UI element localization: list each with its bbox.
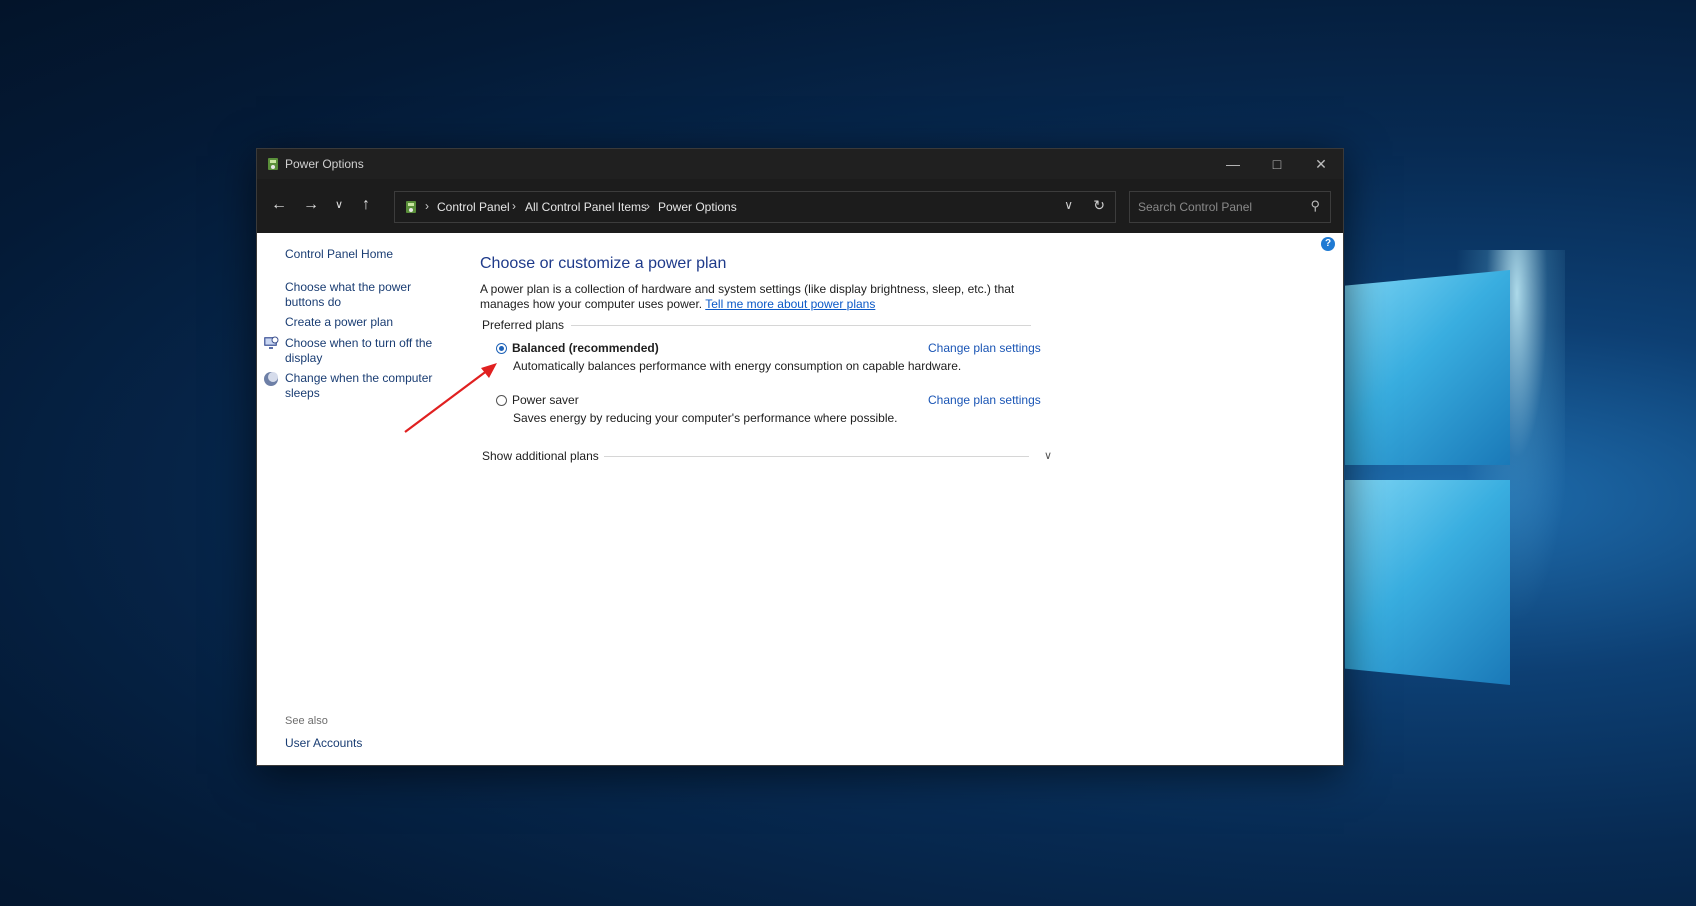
additional-plans-divider	[604, 456, 1029, 457]
computer-sleeps-link[interactable]: Change when the computer sleeps	[285, 371, 435, 401]
breadcrumb-separator-icon: ›	[425, 199, 429, 213]
page-description: A power plan is a collection of hardware…	[480, 282, 1050, 312]
address-dropdown-icon[interactable]: ∨	[1064, 198, 1073, 212]
create-power-plan-link[interactable]: Create a power plan	[285, 315, 445, 330]
show-additional-plans-label[interactable]: Show additional plans	[482, 449, 599, 463]
help-icon[interactable]: ?	[1321, 237, 1335, 251]
display-off-link[interactable]: Choose when to turn off the display	[285, 336, 435, 366]
minimize-button[interactable]: —	[1211, 149, 1255, 179]
close-button[interactable]: ✕	[1299, 149, 1343, 179]
title-bar: Power Options — □ ✕	[257, 149, 1343, 179]
expand-chevron-icon[interactable]: ∨	[1044, 449, 1052, 462]
preferred-plans-label: Preferred plans	[482, 318, 565, 332]
search-input[interactable]	[1138, 199, 1298, 215]
forward-arrow-icon[interactable]: →	[300, 194, 322, 216]
search-box[interactable]: ⚲	[1129, 191, 1331, 223]
breadcrumb-separator-icon: ›	[646, 199, 650, 213]
balanced-radio[interactable]	[496, 343, 507, 354]
power-saver-radio[interactable]	[496, 395, 507, 406]
preferred-plans-divider	[571, 325, 1031, 326]
breadcrumb-all-items[interactable]: All Control Panel Items	[525, 200, 647, 214]
power-buttons-link[interactable]: Choose what the power buttons do	[285, 280, 415, 310]
power-options-icon	[268, 158, 278, 170]
page-title: Choose or customize a power plan	[480, 255, 727, 272]
address-bar[interactable]: › Control Panel › All Control Panel Item…	[394, 191, 1116, 223]
power-saver-change-plan-settings-link[interactable]: Change plan settings	[928, 393, 1041, 407]
moon-icon	[264, 372, 278, 386]
wallpaper-logo	[1345, 270, 1515, 690]
balanced-plan-name[interactable]: Balanced (recommended)	[512, 341, 659, 355]
control-panel-icon	[406, 201, 416, 213]
search-icon[interactable]: ⚲	[1310, 198, 1320, 214]
breadcrumb-separator-icon: ›	[512, 199, 516, 213]
power-saver-plan-name[interactable]: Power saver	[512, 393, 579, 407]
window-title: Power Options	[285, 157, 364, 171]
refresh-icon[interactable]: ↻	[1093, 197, 1105, 214]
control-panel-home-link[interactable]: Control Panel Home	[285, 247, 445, 262]
see-also-label: See also	[285, 715, 328, 727]
maximize-button[interactable]: □	[1255, 149, 1299, 179]
recent-locations-chevron-icon[interactable]: ∨	[328, 194, 350, 216]
power-saver-plan-description: Saves energy by reducing your computer's…	[513, 411, 898, 425]
monitor-icon	[264, 336, 279, 349]
power-options-window: Power Options — □ ✕ ← → ∨ ↑ › Control Pa…	[256, 148, 1344, 766]
breadcrumb-control-panel[interactable]: Control Panel	[437, 200, 510, 214]
tell-me-more-link[interactable]: Tell me more about power plans	[705, 297, 875, 311]
breadcrumb-power-options[interactable]: Power Options	[658, 200, 737, 214]
balanced-change-plan-settings-link[interactable]: Change plan settings	[928, 341, 1041, 355]
navigation-toolbar: ← → ∨ ↑ › Control Panel › All Control Pa…	[257, 179, 1343, 233]
back-arrow-icon[interactable]: ←	[268, 194, 290, 216]
user-accounts-link[interactable]: User Accounts	[285, 736, 445, 751]
content-area: ? Control Panel Home Choose what the pow…	[257, 233, 1343, 765]
balanced-plan-description: Automatically balances performance with …	[513, 359, 962, 373]
up-arrow-icon[interactable]: ↑	[355, 194, 377, 216]
